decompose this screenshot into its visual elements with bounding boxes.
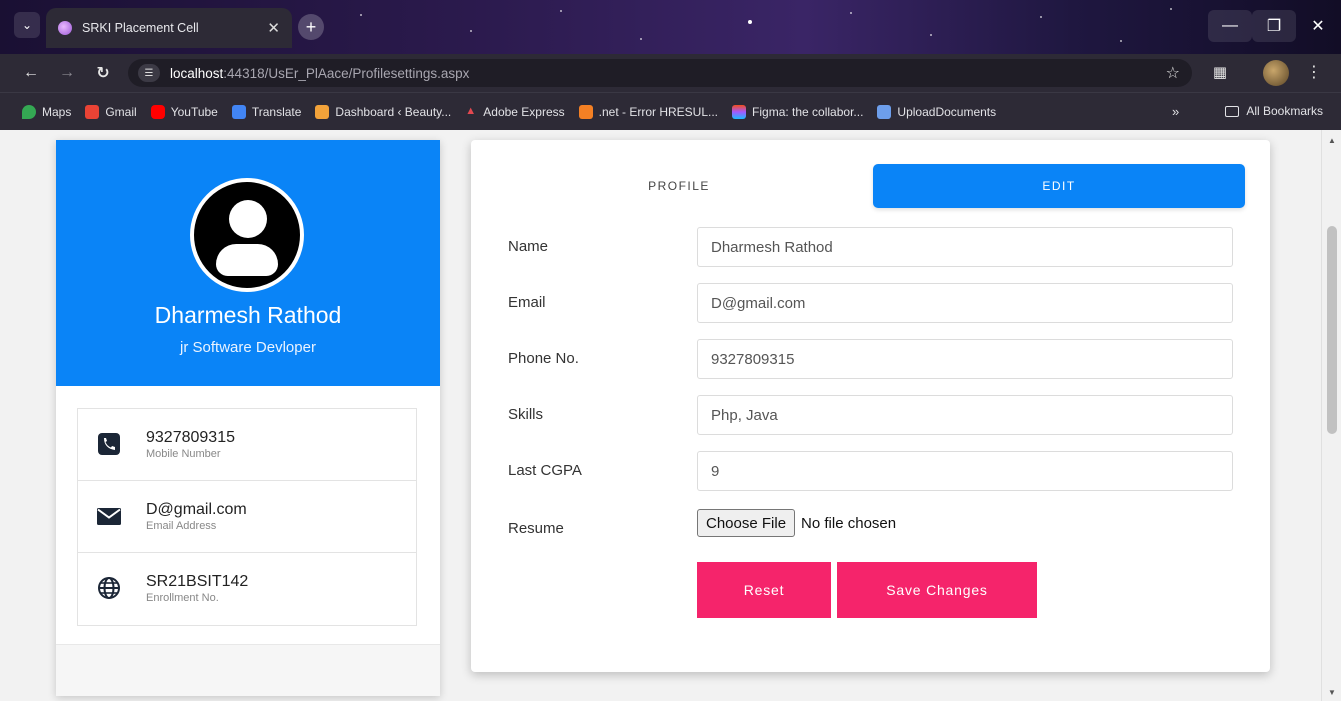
- skills-input[interactable]: [697, 395, 1233, 435]
- info-item-phone: 9327809315 Mobile Number: [78, 409, 416, 481]
- gmail-icon: [85, 104, 100, 119]
- profile-footer: [56, 644, 440, 696]
- new-tab-button[interactable]: +: [298, 14, 324, 40]
- bookmark-figma[interactable]: Figma: the collabor...: [732, 104, 863, 119]
- extensions-puzzle-icon[interactable]: ▦: [1210, 63, 1230, 83]
- url-path: :44318/UsEr_PlAace/Profilesettings.aspx: [223, 65, 470, 81]
- browser-toolbar: ← → ↻ ☰ localhost :44318/UsEr_PlAace/Pro…: [0, 54, 1341, 92]
- page-viewport: Dharmesh Rathod jr Software Devloper 932…: [0, 130, 1341, 701]
- reload-icon[interactable]: ↻: [88, 63, 118, 83]
- bookmark-upload-documents[interactable]: UploadDocuments: [877, 104, 996, 119]
- maps-icon: [22, 104, 36, 119]
- profile-card: Dharmesh Rathod jr Software Devloper 932…: [56, 140, 440, 696]
- info-label: Email Address: [146, 520, 217, 532]
- form-row-skills: Skills: [508, 395, 1233, 435]
- info-label: Enrollment No.: [146, 592, 219, 604]
- user-avatar-icon: [190, 178, 304, 292]
- info-label: Mobile Number: [146, 448, 221, 460]
- info-item-enrollment: SR21BSIT142 Enrollment No.: [78, 553, 416, 625]
- minimize-button[interactable]: —: [1208, 10, 1252, 42]
- bookmark-dotnet-error[interactable]: .net - Error HRESUL...: [578, 104, 718, 119]
- bookmarks-overflow-button[interactable]: »: [1172, 104, 1179, 119]
- all-bookmarks-button[interactable]: All Bookmarks: [1225, 104, 1323, 118]
- resume-label: Resume: [508, 520, 564, 537]
- name-label: Name: [508, 238, 549, 255]
- info-item-email: D@gmail.com Email Address: [78, 481, 416, 553]
- figma-icon: [732, 104, 747, 119]
- email-input[interactable]: [697, 283, 1233, 323]
- phone-label: Phone No.: [508, 350, 579, 367]
- browser-titlebar: ⌄ SRKI Placement Cell ✕ + — ❐ ✕: [0, 0, 1341, 54]
- page-scrollbar[interactable]: ▲ ▼: [1321, 130, 1341, 701]
- skills-label: Skills: [508, 406, 544, 423]
- form-row-name: Name: [508, 227, 1233, 267]
- file-status: No file chosen: [801, 514, 897, 532]
- tab-search-button[interactable]: ⌄: [14, 12, 40, 38]
- form-row-cgpa: Last CGPA: [508, 451, 1233, 491]
- form-row-resume: Resume Choose File No file chosen: [508, 507, 1233, 547]
- scroll-up-arrow-icon[interactable]: ▲: [1328, 136, 1336, 145]
- close-window-button[interactable]: ✕: [1296, 10, 1340, 42]
- profile-avatar-button[interactable]: [1263, 60, 1289, 86]
- profile-name: Dharmesh Rathod: [154, 302, 342, 328]
- translate-icon: [231, 104, 246, 119]
- forward-arrow-icon[interactable]: →: [52, 64, 82, 82]
- bookmark-youtube[interactable]: YouTube: [150, 104, 218, 119]
- save-changes-button[interactable]: Save Changes: [837, 562, 1037, 618]
- cgpa-label: Last CGPA: [508, 462, 582, 479]
- dashboard-icon: [315, 104, 330, 119]
- info-value: D@gmail.com: [146, 501, 247, 518]
- upload-icon: [877, 104, 892, 119]
- bookmark-gmail[interactable]: Gmail: [85, 104, 137, 119]
- adobe-icon: ▲: [465, 104, 477, 117]
- tab-close-icon[interactable]: ✕: [267, 19, 280, 37]
- tab-profile[interactable]: PROFILE: [485, 164, 873, 208]
- info-value: SR21BSIT142: [146, 573, 249, 590]
- scroll-down-arrow-icon[interactable]: ▼: [1328, 688, 1336, 697]
- profile-role: jr Software Devloper: [180, 339, 316, 356]
- site-info-icon[interactable]: ☰: [138, 64, 160, 82]
- globe-icon: [98, 577, 120, 599]
- email-label: Email: [508, 294, 546, 311]
- scrollbar-thumb[interactable]: [1327, 226, 1337, 434]
- form-row-email: Email: [508, 283, 1233, 323]
- choose-file-button[interactable]: Choose File: [697, 509, 796, 537]
- form-row-phone: Phone No.: [508, 339, 1233, 379]
- phone-icon: [98, 433, 120, 455]
- browser-tab[interactable]: SRKI Placement Cell ✕: [46, 8, 292, 48]
- bookmark-translate[interactable]: Translate: [231, 104, 301, 119]
- stackoverflow-icon: [578, 104, 593, 119]
- bookmark-adobe-express[interactable]: ▲ Adobe Express: [465, 105, 564, 119]
- address-bar[interactable]: ☰ localhost :44318/UsEr_PlAace/Profilese…: [128, 59, 1192, 87]
- contact-info-list: 9327809315 Mobile Number D@gmail.com Ema…: [77, 408, 417, 626]
- phone-input[interactable]: [697, 339, 1233, 379]
- folder-icon: [1225, 105, 1240, 117]
- menu-kebab-icon[interactable]: ⋮: [1306, 62, 1322, 82]
- envelope-icon: [97, 508, 121, 525]
- tab-title: SRKI Placement Cell: [82, 21, 199, 35]
- name-input[interactable]: [697, 227, 1233, 267]
- back-arrow-icon[interactable]: ←: [16, 64, 46, 82]
- info-value: 9327809315: [146, 429, 235, 446]
- site-favicon-icon: [58, 21, 72, 35]
- edit-profile-card: PROFILE EDIT Name Email Phone No. Skills…: [471, 140, 1270, 672]
- reset-button[interactable]: Reset: [697, 562, 831, 618]
- tab-edit[interactable]: EDIT: [873, 164, 1245, 208]
- profile-header: Dharmesh Rathod jr Software Devloper: [56, 140, 440, 386]
- restore-button[interactable]: ❐: [1252, 10, 1296, 42]
- youtube-icon: [150, 104, 165, 119]
- bookmarks-bar: Maps Gmail YouTube Translate Dashboard ‹…: [0, 92, 1341, 130]
- cgpa-input[interactable]: [697, 451, 1233, 491]
- bookmark-star-icon[interactable]: ☆: [1166, 63, 1180, 83]
- url-host: localhost: [170, 65, 224, 81]
- bookmark-dashboard[interactable]: Dashboard ‹ Beauty...: [315, 104, 451, 119]
- bookmark-maps[interactable]: Maps: [22, 104, 71, 119]
- resume-file-input: Choose File No file chosen: [697, 507, 896, 539]
